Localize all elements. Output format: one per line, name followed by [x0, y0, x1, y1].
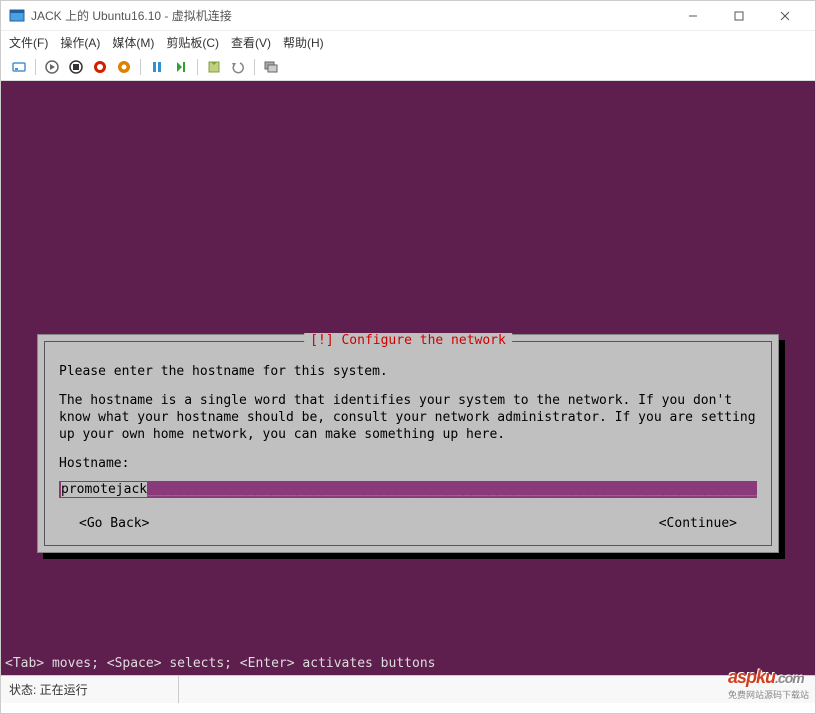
save-button[interactable] [114, 57, 134, 77]
app-icon [9, 8, 25, 24]
window-title-bar: JACK 上的 Ubuntu16.10 - 虚拟机连接 [1, 1, 815, 31]
reset-button[interactable] [171, 57, 191, 77]
turn-off-button[interactable] [66, 57, 86, 77]
watermark-main: aspku [728, 667, 775, 687]
toolbar-separator [35, 59, 36, 75]
dialog-body: The hostname is a single word that ident… [59, 393, 757, 444]
go-back-button[interactable]: <Go Back> [79, 516, 149, 531]
vm-console[interactable]: [!] Configure the network Please enter t… [1, 81, 815, 675]
status-separator [178, 676, 179, 703]
window-controls [670, 2, 807, 30]
menu-clipboard[interactable]: 剪贴板(C) [166, 34, 219, 51]
toolbar-separator [197, 59, 198, 75]
hostname-label: Hostname: [59, 456, 757, 471]
pause-button[interactable] [147, 57, 167, 77]
watermark: aspku.com 免费网站源码下载站 [728, 667, 809, 701]
start-button[interactable] [42, 57, 62, 77]
configure-network-dialog: [!] Configure the network Please enter t… [37, 334, 779, 553]
menu-help[interactable]: 帮助(H) [283, 34, 324, 51]
menu-file[interactable]: 文件(F) [9, 34, 48, 51]
hostname-input[interactable]: promotejack_____________________________… [59, 481, 757, 498]
revert-button[interactable] [228, 57, 248, 77]
enhanced-session-button[interactable] [261, 57, 281, 77]
dialog-intro: Please enter the hostname for this syste… [59, 364, 757, 381]
toolbar [1, 53, 815, 81]
watermark-tld: .com [775, 670, 804, 686]
shut-down-button[interactable] [90, 57, 110, 77]
minimize-button[interactable] [670, 2, 715, 30]
hostname-value: promotejack [61, 482, 147, 497]
close-button[interactable] [762, 2, 807, 30]
menu-bar: 文件(F) 操作(A) 媒体(M) 剪贴板(C) 查看(V) 帮助(H) [1, 31, 815, 53]
input-fill: ________________________________________… [147, 482, 757, 497]
watermark-sub: 免费网站源码下载站 [728, 688, 809, 701]
menu-media[interactable]: 媒体(M) [112, 34, 154, 51]
toolbar-separator [140, 59, 141, 75]
status-bar: 状态: 正在运行 aspku.com 免费网站源码下载站 [1, 675, 815, 703]
checkpoint-button[interactable] [204, 57, 224, 77]
maximize-button[interactable] [716, 2, 761, 30]
menu-action[interactable]: 操作(A) [60, 34, 100, 51]
continue-button[interactable]: <Continue> [659, 516, 737, 531]
keyboard-hint: <Tab> moves; <Space> selects; <Enter> ac… [5, 656, 435, 671]
menu-view[interactable]: 查看(V) [231, 34, 271, 51]
window-title: JACK 上的 Ubuntu16.10 - 虚拟机连接 [31, 7, 670, 24]
status-text: 状态: 正在运行 [9, 681, 88, 698]
toolbar-separator [254, 59, 255, 75]
dialog-title: [!] Configure the network [304, 333, 512, 348]
ctrl-alt-del-button[interactable] [9, 57, 29, 77]
